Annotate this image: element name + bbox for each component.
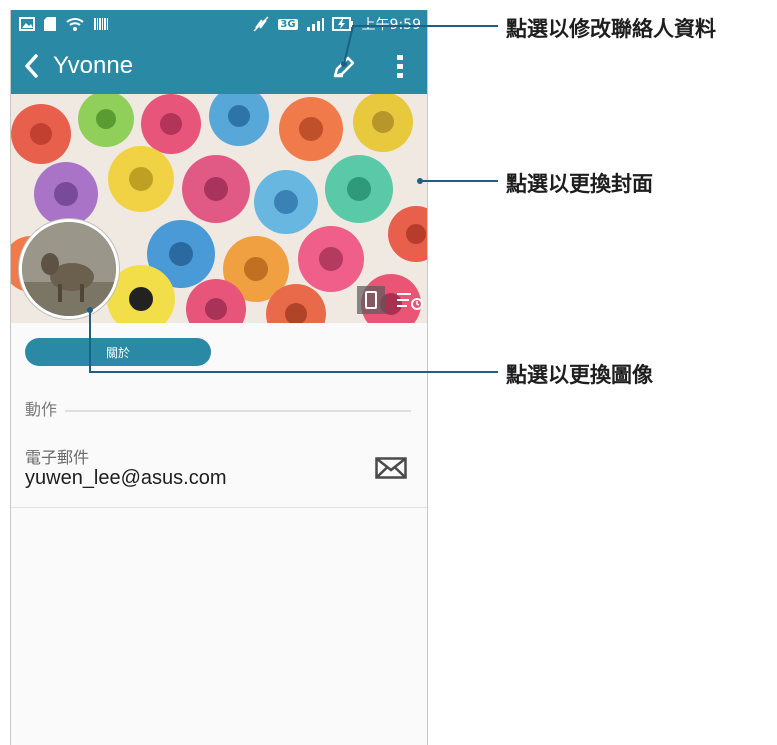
callout-change-cover: 點選以更換封面 [506,172,653,196]
section-divider [65,410,411,412]
phone-icon [365,291,377,309]
list-clock-icon [397,293,423,310]
wifi-question-icon [66,18,84,31]
callout-edit-contact: 點選以修改聯絡人資料 [506,17,716,41]
back-button[interactable] [11,38,51,94]
list-divider [11,507,427,508]
status-bar: 3G 上午9:59 [11,10,427,38]
phone-screen: 3G 上午9:59 Yvonne 關於 動作 電子郵件 yuwen_lee@as… [10,10,428,745]
sd-card-icon [44,17,56,31]
3g-icon: 3G [278,18,298,30]
pencil-icon [333,56,355,78]
contact-avatar[interactable] [19,219,119,319]
actions-section-label: 動作 [25,400,58,419]
chevron-left-icon [25,54,38,78]
envelope-icon [375,457,407,479]
mute-icon [253,16,269,32]
status-time: 上午9:59 [361,17,421,33]
callout-change-avatar: 點選以更換圖像 [506,363,653,387]
email-value[interactable]: yuwen_lee@asus.com [25,467,227,490]
contact-name: Yvonne [53,52,134,79]
app-bar: Yvonne [11,38,427,94]
avatar-image [22,222,116,316]
barcode-icon [94,18,108,30]
tab-about[interactable]: 關於 [25,338,211,366]
send-email-button[interactable] [373,454,409,482]
more-options-button[interactable] [385,50,415,84]
image-icon [19,17,35,31]
cover-phone-button[interactable] [357,286,385,314]
battery-charging-icon [331,17,353,31]
cover-settings-button[interactable] [395,288,425,314]
signal-icon [306,18,324,31]
email-label: 電子郵件 [25,448,90,467]
edit-contact-button[interactable] [327,50,361,84]
overflow-menu-icon [397,55,403,78]
